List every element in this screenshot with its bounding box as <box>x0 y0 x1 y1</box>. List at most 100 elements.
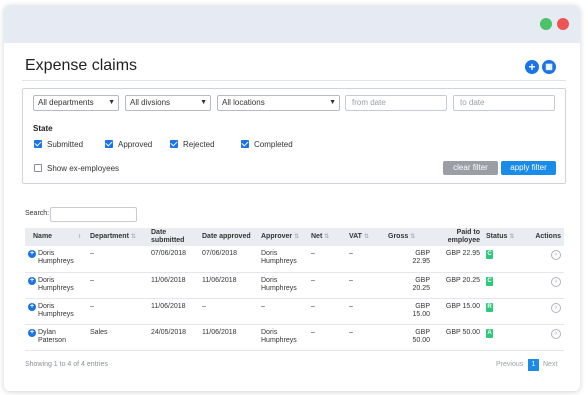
name-cell: + Doris Humphreys <box>25 298 87 325</box>
column-department[interactable]: Department ⇅ <box>87 228 148 246</box>
plus-icon: + <box>528 60 536 74</box>
column-vat[interactable]: VAT ⇅ <box>346 228 385 246</box>
table-row: + Doris Humphreys – 11/06/2018 11/06/201… <box>25 272 564 299</box>
department-cell: – <box>87 272 148 299</box>
submitted-cell: 11/06/2018 <box>148 298 199 325</box>
approved-cell: 11/06/2018 <box>199 324 258 351</box>
view-arrow-icon[interactable]: › <box>551 328 561 339</box>
view-arrow-icon[interactable]: › <box>551 250 561 260</box>
search-input[interactable] <box>50 207 137 222</box>
gross-cell: GBP 22.95 <box>385 246 433 273</box>
page-title: Expense claims <box>25 57 138 74</box>
add-claim-button[interactable]: + <box>525 60 539 74</box>
to-date-input[interactable]: to date <box>453 95 555 111</box>
approver-cell: Doris Humphreys <box>258 324 308 351</box>
status-cell: C <box>483 272 523 299</box>
column-date-submitted-label: Date submitted <box>151 229 185 244</box>
paid-cell: GBP 20.25 <box>433 272 483 299</box>
paid-cell: GBP 22.95 <box>433 246 483 273</box>
name-cell: + Doris Humphreys <box>25 246 87 273</box>
column-date-submitted[interactable]: Date submitted <box>148 228 199 246</box>
paid-cell: GBP 50.00 <box>433 324 483 351</box>
sort-icon: ⇅ <box>294 234 300 240</box>
status-badge: A <box>486 328 493 338</box>
header-divider <box>22 80 566 81</box>
approver-cell: Doris Humphreys <box>258 246 308 273</box>
vat-cell: – <box>346 272 385 299</box>
maximize-button[interactable] <box>540 18 552 30</box>
expand-row-icon[interactable]: + <box>28 328 36 337</box>
column-actions: Actions <box>523 228 564 246</box>
gross-value: GBP 20.25 <box>412 276 430 292</box>
column-name[interactable]: Name ↑ <box>25 228 87 246</box>
ex-employees-checkbox[interactable] <box>34 164 42 172</box>
table-header-row: Name ↑ Department ⇅ Date submitted Date ap… <box>25 228 564 246</box>
status-badge: C <box>486 250 493 259</box>
vat-cell: – <box>346 246 385 273</box>
approved-checkbox[interactable] <box>105 140 113 148</box>
column-gross-label: Gross <box>388 233 409 240</box>
employee-name: Doris Humphreys <box>37 250 74 265</box>
column-approver[interactable]: Approver ⇅ <box>258 228 308 246</box>
column-status-label: Status <box>486 233 508 240</box>
rejected-checkbox[interactable] <box>170 140 178 148</box>
sort-icon: ⇅ <box>324 234 330 240</box>
department-select[interactable]: All departments ▼ <box>33 95 119 111</box>
actions-cell: › <box>523 298 564 325</box>
net-cell: – <box>308 298 346 325</box>
column-net-label: Net <box>311 233 323 240</box>
employee-name: Doris Humphreys <box>37 276 74 292</box>
column-date-approved-label: Date approved <box>202 233 251 240</box>
apply-filter-button[interactable]: apply filter <box>501 161 556 175</box>
column-approver-label: Approver <box>261 233 293 240</box>
actions-cell: › <box>523 272 564 299</box>
gross-value: GBP 50.00 <box>412 328 430 344</box>
calendar-button[interactable]: ▦ <box>542 60 556 74</box>
page-1-button[interactable]: 1 <box>528 359 539 371</box>
previous-page-button[interactable]: Previous <box>496 361 523 368</box>
view-arrow-icon[interactable]: › <box>551 302 561 313</box>
submitted-cell: 11/06/2018 <box>148 272 199 299</box>
rejected-label: Rejected <box>183 140 215 149</box>
state-label: State <box>33 124 53 133</box>
division-select-value: All divsions <box>130 98 171 107</box>
completed-checkbox[interactable] <box>241 140 249 148</box>
table-row: + Doris Humphreys – 07/06/2018 07/06/201… <box>25 246 564 273</box>
submitted-checkbox[interactable] <box>34 140 42 148</box>
expand-row-icon[interactable]: + <box>28 250 36 258</box>
column-department-label: Department <box>90 233 129 240</box>
column-paid[interactable]: Paid to employee <box>433 228 483 246</box>
table-info: Showing 1 to 4 of 4 entries <box>25 361 108 368</box>
division-select[interactable]: All divsions ▼ <box>125 95 211 111</box>
chevron-down-icon: ▼ <box>108 99 115 106</box>
column-actions-label: Actions <box>535 233 561 240</box>
status-cell: R <box>483 298 523 325</box>
column-net[interactable]: Net ⇅ <box>308 228 346 246</box>
gross-cell: GBP 15.00 <box>385 298 433 325</box>
column-status[interactable]: Status ⇅ <box>483 228 523 246</box>
column-date-approved[interactable]: Date approved <box>199 228 258 246</box>
clear-filter-button[interactable]: clear filter <box>443 161 498 175</box>
status-badge: C <box>486 276 493 286</box>
search-label: Search: <box>25 210 50 217</box>
location-select[interactable]: All locations ▼ <box>217 95 340 111</box>
vat-cell: – <box>346 324 385 351</box>
from-date-input[interactable]: from date <box>345 95 447 111</box>
next-page-button[interactable]: Next <box>543 361 557 368</box>
name-cell: + Dylan Paterson <box>25 324 87 351</box>
vat-cell: – <box>346 298 385 325</box>
expand-row-icon[interactable]: + <box>28 276 36 285</box>
column-gross[interactable]: Gross ⇅ <box>385 228 433 246</box>
table-row: + Doris Humphreys – 11/06/2018 – – – – G… <box>25 298 564 325</box>
chevron-down-icon: ▼ <box>200 99 207 106</box>
actions-cell: › <box>523 246 564 273</box>
table-row: + Dylan Paterson Sales 24/05/2018 11/06/… <box>25 324 564 351</box>
title-bar <box>4 5 580 43</box>
view-arrow-icon[interactable]: › <box>551 276 561 287</box>
approved-cell: 11/06/2018 <box>199 272 258 299</box>
close-button[interactable] <box>557 18 569 30</box>
department-cell: Sales <box>87 324 148 351</box>
department-cell: – <box>87 298 148 325</box>
sort-icon: ⇅ <box>130 234 136 240</box>
expand-row-icon[interactable]: + <box>28 302 36 311</box>
